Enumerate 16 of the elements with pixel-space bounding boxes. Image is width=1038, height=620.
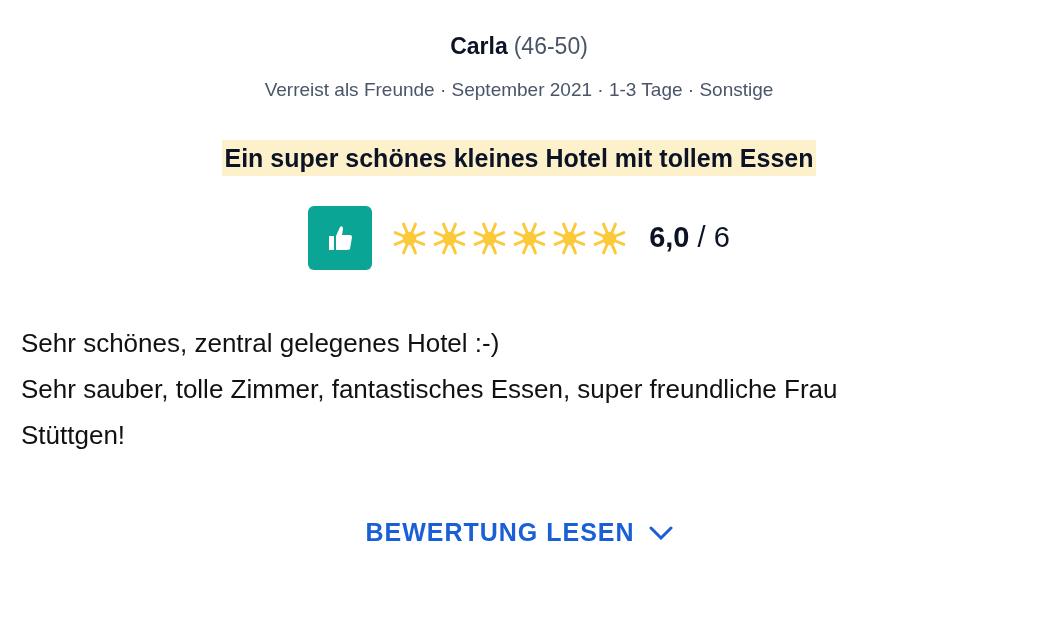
star-icon <box>512 220 548 256</box>
review-text: Sehr sauber, tolle Zimmer, fantastisches Essen, super freundliche Frau Stüttgen! <box>21 373 839 452</box>
thumbs-up-icon <box>308 206 373 270</box>
review-text: Sehr schönes, zentral gelegenes Hotel :-) <box>21 327 501 360</box>
star-icon <box>472 220 508 256</box>
chevron-down-icon <box>648 525 673 540</box>
star-icon <box>432 220 468 256</box>
review-title: Ein super schönes kleines Hotel mit tollem Essen <box>222 140 816 176</box>
star-icon <box>592 220 628 256</box>
star-icon <box>392 220 428 256</box>
reviewer-name: Carla <box>450 32 508 61</box>
rating-score: 6,0 / 6 <box>649 220 730 256</box>
star-icon <box>552 220 588 256</box>
reviewer-age: (46-50) <box>513 32 588 61</box>
read-review-link[interactable]: BEWERTUNG LESEN <box>365 514 673 552</box>
trip-details: Verreist als Freunde · September 2021 · 1-3 Tage · Sonstige <box>264 78 774 102</box>
